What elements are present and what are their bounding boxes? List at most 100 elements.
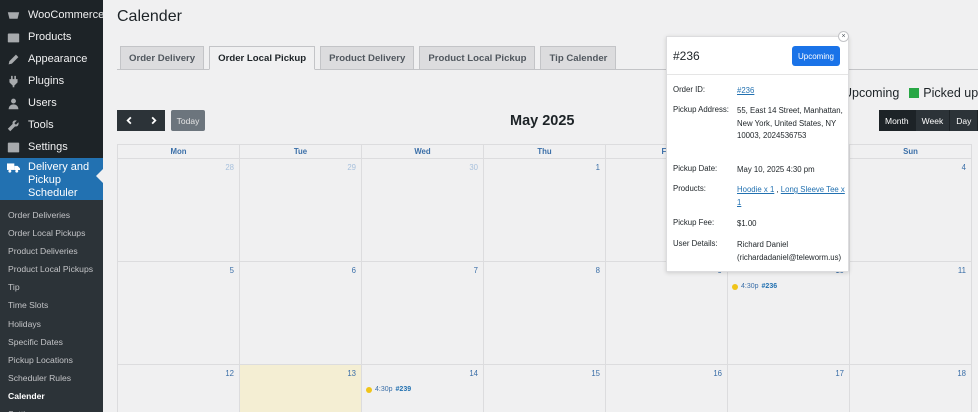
tab-order-delivery[interactable]: Order Delivery (120, 46, 205, 70)
users-icon (7, 97, 20, 110)
menu-item-products[interactable]: Products (0, 26, 103, 48)
menu-item-label: Users (28, 97, 57, 109)
pickup-date-value: May 10, 2025 4:30 pm (737, 165, 815, 174)
pickup-address-value: 55, East 14 Street, Manhattan, New York,… (737, 106, 843, 140)
calendar-day[interactable]: 5 (118, 261, 240, 364)
calendar-day[interactable]: 6 (240, 261, 362, 364)
order-id-link[interactable]: #236 (737, 86, 754, 95)
tools-icon (7, 119, 20, 132)
menu-item-tools[interactable]: Tools (0, 114, 103, 136)
menu-item-label: Delivery and Pickup Scheduler (28, 161, 90, 199)
calendar-day[interactable]: 30 (362, 158, 484, 261)
calendar-day[interactable]: 18 (850, 364, 972, 412)
prev-month-button[interactable] (117, 110, 141, 131)
day-number: 4 (961, 163, 966, 172)
status-legend: Upcoming Picked up (843, 86, 978, 100)
menu-item-settings[interactable]: Settings (0, 136, 103, 158)
tab-order-local-pickup[interactable]: Order Local Pickup (209, 46, 316, 70)
woocommerce-icon (7, 9, 20, 22)
calendar-day[interactable]: 15 (484, 364, 606, 412)
calendar-day[interactable]: 17 (728, 364, 850, 412)
pickup-fee-value: $1.00 (737, 219, 757, 228)
day-number: 12 (225, 369, 234, 378)
field-label: Pickup Date: (673, 164, 718, 173)
today-button[interactable]: Today (171, 110, 205, 131)
menu-item-appearance[interactable]: Appearance (0, 48, 103, 70)
calendar-week: 5 6 7 89104:30p#236 11 (117, 261, 972, 364)
menu-item-users[interactable]: Users (0, 92, 103, 114)
menu-item-delivery-scheduler[interactable]: Delivery and Pickup Scheduler (0, 158, 103, 200)
day-number: 29 (347, 163, 356, 172)
submenu-item-specific-dates[interactable]: Specific Dates (0, 333, 103, 351)
calendar-day[interactable]: 29 (240, 158, 362, 261)
event-order-id: #236 (761, 283, 778, 290)
calendar-day[interactable]: 11 (850, 261, 972, 364)
calendar-day[interactable]: 28 (118, 158, 240, 261)
calendar-week: 12 13 14 4:30p #239 15 16 17 18 (117, 364, 972, 412)
calendar-day[interactable]: 12 (118, 364, 240, 412)
order-popup: × #236 Upcoming Order ID: #236 Pickup Ad… (666, 31, 849, 272)
view-day-button[interactable]: Day (950, 110, 978, 131)
calendar-day[interactable]: 4 (850, 158, 972, 261)
submenu-item-scheduler-rules[interactable]: Scheduler Rules (0, 369, 103, 387)
day-number: 8 (595, 266, 600, 275)
menu-item-label: Settings (28, 141, 68, 153)
product-link[interactable]: Hoodie x 1 (737, 185, 774, 194)
tab-product-local-pickup[interactable]: Product Local Pickup (419, 46, 536, 70)
day-header: Sun (903, 147, 918, 156)
submenu-item-pickup-locations[interactable]: Pickup Locations (0, 351, 103, 369)
calendar-day[interactable]: 1 (484, 158, 606, 261)
day-header: Wed (362, 145, 484, 158)
calendar-day[interactable]: 16 (606, 364, 728, 412)
next-month-button[interactable] (141, 110, 165, 131)
submenu-item-product-deliveries[interactable]: Product Deliveries (0, 242, 103, 260)
field-label: Products: (673, 184, 706, 193)
calendar-day[interactable]: 104:30p#236 (728, 261, 850, 364)
day-number: 18 (957, 369, 966, 378)
calendar-day[interactable]: 7 (362, 261, 484, 364)
user-details-value: Richard Daniel (richardadaniel@teleworm.… (737, 240, 842, 262)
menu-item-woocommerce[interactable]: WooCommerce (0, 4, 104, 26)
popup-row-pickup-address: Pickup Address: 55, East 14 Street, Manh… (673, 105, 845, 143)
calendar-event[interactable]: 4:30p #236 (732, 283, 777, 290)
submenu-item-product-local-pickups[interactable]: Product Local Pickups (0, 260, 103, 278)
tab-product-delivery[interactable]: Product Delivery (320, 46, 415, 70)
field-label: User Details: (673, 239, 718, 248)
legend-picked-swatch (909, 88, 920, 98)
plugins-icon (7, 75, 20, 88)
submenu-item-order-deliveries[interactable]: Order Deliveries (0, 206, 103, 224)
legend-picked-label: Picked up (923, 86, 978, 100)
view-month-button[interactable]: Month (879, 110, 916, 131)
product-separator: , (776, 185, 779, 194)
submenu-item-calender[interactable]: Calender (0, 387, 103, 405)
submenu-item-tip[interactable]: Tip (0, 278, 103, 296)
day-number: 28 (225, 163, 234, 172)
day-number: 15 (591, 369, 600, 378)
submenu-item-holidays[interactable]: Holidays (0, 315, 103, 333)
delivery-truck-icon (7, 161, 20, 174)
view-week-button[interactable]: Week (915, 110, 951, 131)
submenu-item-order-local-pickups[interactable]: Order Local Pickups (0, 224, 103, 242)
field-label: Order ID: (673, 85, 706, 94)
event-status-dot (732, 283, 738, 290)
calendar-day[interactable]: 14 4:30p #239 (362, 364, 484, 412)
day-number: 7 (473, 266, 478, 275)
calendar-day[interactable]: 9 (606, 261, 728, 364)
event-status-dot (366, 386, 372, 393)
tab-tip-calender[interactable]: Tip Calender (540, 46, 617, 70)
field-label: Pickup Address: (673, 105, 729, 114)
submenu-item-settings[interactable]: Settings (0, 405, 103, 412)
submenu-item-time-slots[interactable]: Time Slots (0, 296, 103, 314)
menu-item-label: Products (28, 31, 72, 43)
day-header: Thu (484, 145, 606, 158)
calendar-event[interactable]: 4:30p #239 (366, 386, 411, 393)
popup-row-pickup-fee: Pickup Fee: $1.00 (673, 218, 845, 231)
admin-sidebar: WooCommerce Products Appearance Plugins User… (0, 0, 104, 412)
menu-item-plugins[interactable]: Plugins (0, 70, 103, 92)
calendar-day[interactable]: 8 (484, 261, 606, 364)
popup-row-pickup-date: Pickup Date: May 10, 2025 4:30 pm (673, 164, 845, 177)
calendar-day-today[interactable]: 13 (240, 364, 362, 412)
day-number: 13 (347, 369, 356, 378)
day-number: 1 (595, 163, 600, 172)
popup-row-order-id: Order ID: #236 (673, 85, 845, 98)
